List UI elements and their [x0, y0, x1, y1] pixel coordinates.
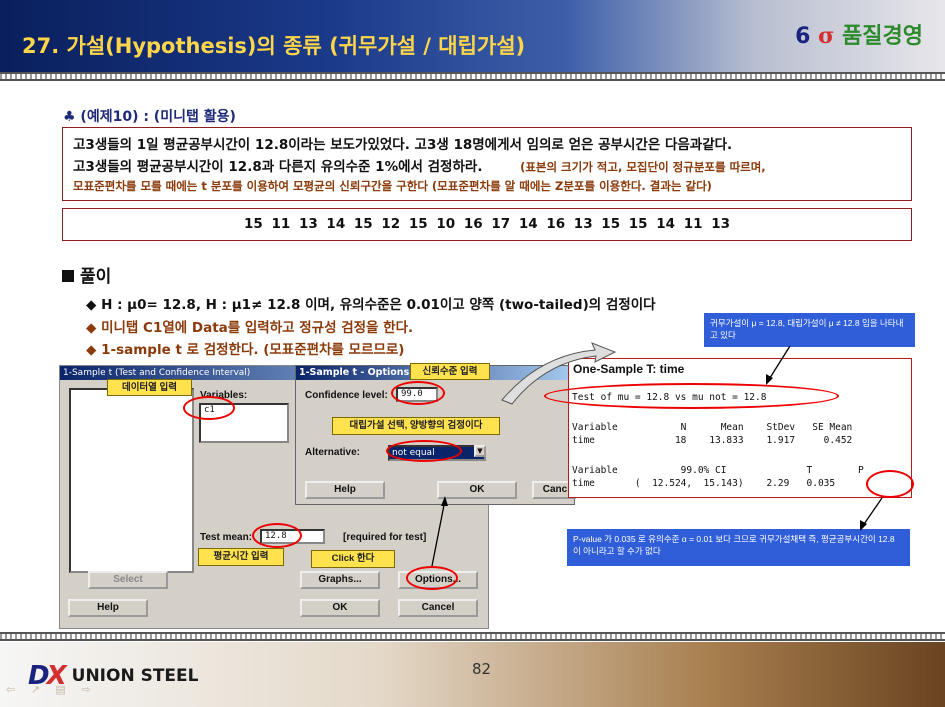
callout-alternative: 대립가설 선택, 양방향의 검정이다 — [332, 417, 500, 435]
output-header1: Variable N Mean StDev SE Mean — [572, 422, 853, 433]
solution-line2: ◆ 미니탭 C1열에 Data를 입력하고 정규성 검정을 한다. — [86, 320, 414, 336]
brand-sigma: σ — [818, 23, 835, 49]
problem-line2: 고3생들의 평균공부시간이 12.8과 다른지 유의수준 1%에서 검정하라. — [73, 159, 483, 175]
solution-heading-text: 풀이 — [80, 267, 112, 287]
session-output: One-Sample T: time Test of mu = 12.8 vs … — [568, 358, 912, 498]
callout-confidence: 신뢰수준 입력 — [410, 363, 490, 380]
bottom-border — [0, 632, 945, 641]
highlight-options — [406, 566, 458, 590]
callout-click: Click 한다 — [311, 550, 395, 568]
problem-line2-row: 고3생들의 평균공부시간이 12.8과 다른지 유의수준 1%에서 검정하라. … — [73, 156, 901, 178]
required-note: [required for test] — [343, 532, 427, 543]
callout-data-input: 데이터열 입력 — [107, 379, 192, 396]
brand-text: 품질경영 — [842, 24, 923, 49]
highlight-pvalue — [866, 470, 914, 498]
slide-nav-icons[interactable]: ⇦ ↗ ▤ ⇨ — [6, 683, 97, 696]
graphs-button[interactable]: Graphs... — [300, 571, 380, 589]
help-button[interactable]: Help — [68, 599, 148, 617]
top-border — [0, 72, 945, 81]
solution-line1: ◆ H : μ0= 12.8, H : μ1≠ 12.8 이며, 유의수준은 0… — [86, 297, 656, 313]
solution-line3: ◆ 1-sample t 로 검정한다. (모표준편차를 모르므로) — [86, 342, 405, 358]
alternative-label: Alternative: — [305, 447, 361, 458]
slide: 27. 가설(Hypothesis)의 종류 (귀무가설 / 대립가설) 6 σ… — [0, 0, 945, 707]
highlight-alternative — [386, 440, 462, 462]
brand-six: 6 — [795, 24, 811, 49]
column-list[interactable] — [69, 388, 194, 573]
ok-button[interactable]: OK — [300, 599, 380, 617]
problem-box: 고3생들의 1일 평균공부시간이 12.8이라는 보도가있었다. 고3생 18명… — [62, 127, 912, 201]
output-header2: Variable 99.0% CI T P — [572, 465, 864, 476]
page-title: 27. 가설(Hypothesis)의 종류 (귀무가설 / 대립가설) — [22, 34, 526, 58]
data-values-box: 15 11 13 14 15 12 15 10 16 17 14 16 13 1… — [62, 208, 912, 241]
header-bar: 27. 가설(Hypothesis)의 종류 (귀무가설 / 대립가설) 6 σ… — [0, 0, 945, 80]
options-help-button[interactable]: Help — [305, 481, 385, 499]
solution-heading: 풀이 — [62, 262, 111, 287]
cancel-button[interactable]: Cancel — [398, 599, 478, 617]
page-number: 82 — [472, 660, 492, 678]
highlight-test-mean — [252, 523, 302, 548]
confidence-label: Confidence level: — [305, 390, 388, 401]
callout-pvalue: P-value 가 0.035 로 유의수준 α = 0.01 보다 크므로 귀… — [567, 529, 910, 566]
arrow-line-pvalue — [861, 497, 883, 528]
highlight-confidence — [391, 381, 445, 405]
options-ok-button[interactable]: OK — [437, 481, 517, 499]
problem-note2: 모표준편차를 모를 때에는 t 분포를 이용하여 모평균의 신뢰구간을 구한다 … — [73, 179, 712, 193]
square-bullet-icon — [62, 270, 74, 282]
brand-label: 6 σ 품질경영 — [795, 18, 923, 50]
problem-note1: (표본의 크기가 적고, 모집단이 정규분포를 따르며, — [520, 160, 766, 174]
dropdown-arrow-icon[interactable]: ▼ — [474, 445, 486, 457]
callout-null-hypothesis: 귀무가설이 μ = 12.8, 대립가설이 μ ≠ 12.8 임을 나타내고 있… — [704, 313, 915, 347]
test-mean-label: Test mean: — [200, 532, 253, 543]
highlight-test-line — [544, 383, 839, 409]
select-button[interactable]: Select — [88, 571, 168, 589]
output-title: One-Sample T: time — [573, 362, 685, 376]
output-row2: time ( 12.524, 15.143) 2.29 0.035 — [572, 478, 836, 489]
example-title: ♣ (예제10) : (미니탭 활용) — [63, 109, 236, 125]
problem-line1: 고3생들의 1일 평균공부시간이 12.8이라는 보도가있었다. 고3생 18명… — [73, 137, 733, 153]
highlight-variables — [183, 396, 235, 420]
callout-mean-input: 평균시간 입력 — [198, 548, 284, 566]
output-row1: time 18 13.833 1.917 0.452 — [572, 435, 853, 446]
